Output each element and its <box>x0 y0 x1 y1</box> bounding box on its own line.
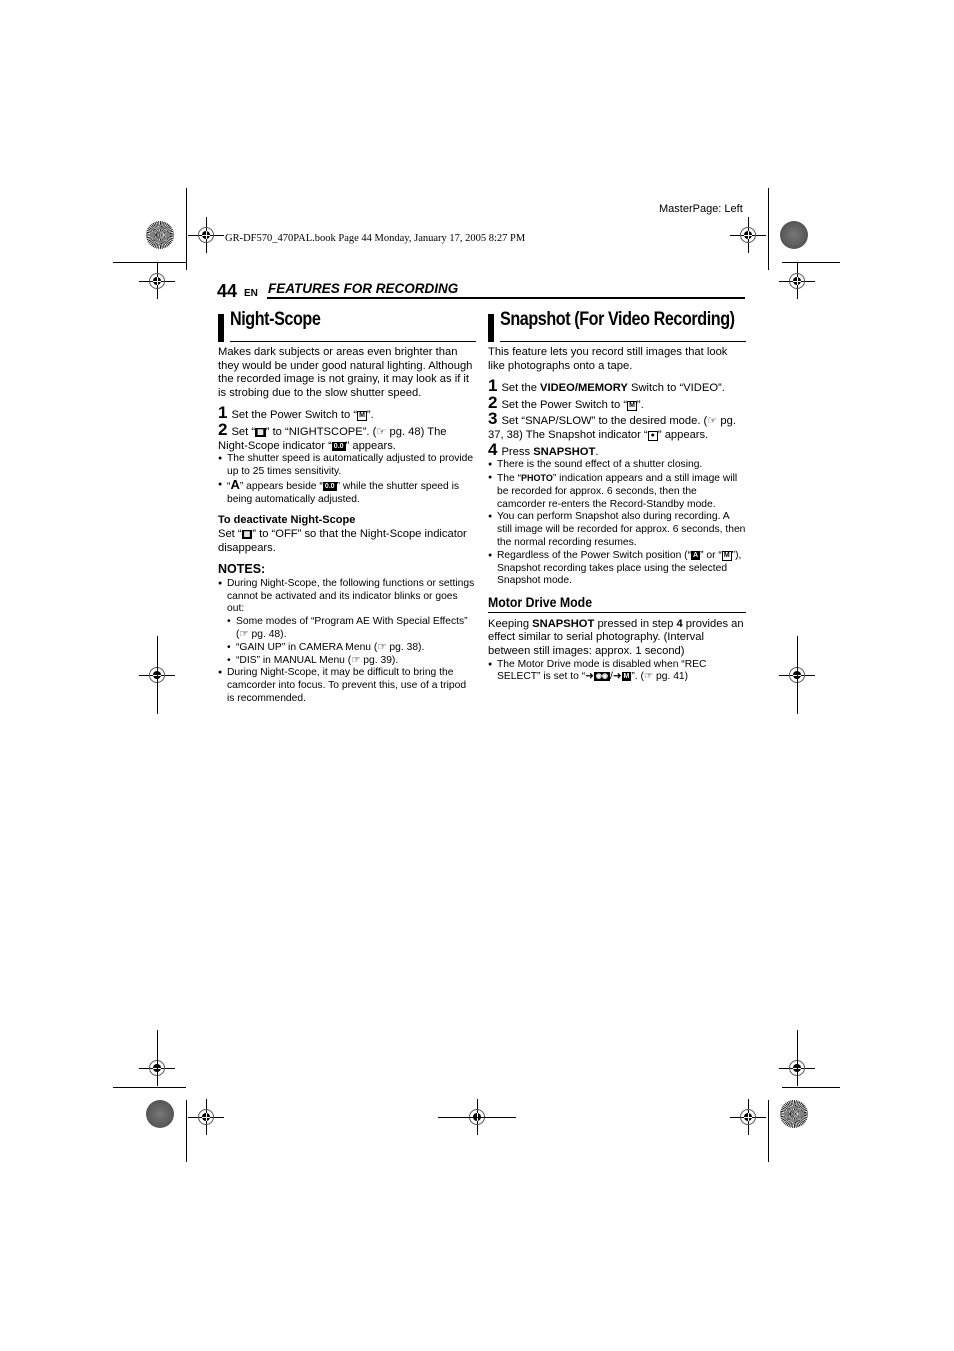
crop-line <box>186 188 187 270</box>
crop-line <box>797 1030 798 1080</box>
crop-line <box>438 1117 516 1118</box>
page-number: 44 <box>217 281 238 301</box>
heading-rule <box>230 341 476 342</box>
step-2: 2 Set “▦” to “NIGHTSCOPE”. (☞ pg. 48) The… <box>218 419 447 452</box>
auto-mode-icon: A <box>691 550 701 560</box>
motor-drive-heading: Motor Drive Mode <box>488 594 593 611</box>
snapshot-heading: Snapshot (For Video Recording) <box>488 309 746 342</box>
crop-line <box>782 1087 840 1088</box>
note-subitem: “DIS” in MANUAL Menu (☞ pg. 39). <box>218 655 476 668</box>
bullet-item: There is the sound effect of a shutter c… <box>488 459 746 472</box>
bullet-item: The Motor Drive mode is disabled when “R… <box>488 659 746 685</box>
color-bar-disc <box>146 221 174 249</box>
bullet-item: The shutter speed is automatically adjus… <box>218 453 476 479</box>
bullet-item: You can perform Snapshot also during rec… <box>488 511 746 549</box>
snapshot-section: Snapshot (For Video Recording) This feat… <box>488 309 746 685</box>
language-tag: EN <box>244 288 258 299</box>
note-item: During Night-Scope, the following functi… <box>218 578 476 616</box>
step-1: 1 Set the VIDEO/MEMORY Switch to “VIDEO”. <box>488 376 725 396</box>
crop-line <box>113 1087 186 1088</box>
tape-icon: ◉◉ <box>593 672 610 682</box>
crop-line <box>768 1100 769 1162</box>
motor-drive-paragraph: Keeping SNAPSHOT pressed in step 4 provi… <box>488 617 744 657</box>
night-scope-heading: Night-Scope <box>218 309 476 342</box>
step-4: 4 Press SNAPSHOT. <box>488 439 599 459</box>
book-slug-line: GR-DF570_470PAL.book Page 44 Monday, Jan… <box>225 233 526 244</box>
note-subitem: Some modes of “Program AE With Special E… <box>218 616 476 642</box>
manual-mode-icon: M <box>621 672 632 682</box>
menu-icon: ▦ <box>255 427 266 437</box>
camera-icon: ● <box>647 430 658 441</box>
heading-rule <box>500 341 746 342</box>
crop-line <box>113 262 186 263</box>
intro-paragraph: This feature lets you record still image… <box>488 346 728 372</box>
registration-mark-icon <box>188 217 224 253</box>
section-title: FEATURES FOR RECORDING <box>268 281 459 296</box>
note-subitem: “GAIN UP” in CAMERA Menu (☞ pg. 38). <box>218 642 476 655</box>
crop-line <box>797 636 798 714</box>
bullet-item: The “PHOTO” indication appears and a sti… <box>488 472 746 511</box>
masterpage-label: MasterPage: Left <box>659 203 743 215</box>
crop-line <box>157 636 158 714</box>
step-3: 3 Set “SNAP/SLOW” to the desired mode. (☞… <box>488 409 736 441</box>
manual-mode-icon: M <box>627 400 637 411</box>
night-scope-indicator-icon: 0.0 <box>322 481 337 491</box>
heading-bar <box>488 314 494 342</box>
crop-line <box>186 1100 187 1162</box>
registration-mark-icon <box>730 1099 766 1135</box>
intro-paragraph: Makes dark subjects or areas even bright… <box>218 346 473 399</box>
registration-mark-icon <box>188 1099 224 1135</box>
bullet-item: Regardless of the Power Switch position … <box>488 550 746 588</box>
photo-indicator-icon: PHOTO <box>521 472 553 483</box>
deactivate-heading: To deactivate Night-Scope <box>218 514 356 527</box>
registration-mark-icon <box>779 263 815 299</box>
color-bar-disc <box>146 1100 174 1128</box>
night-scope-section: Night-Scope Makes dark subjects or areas… <box>218 309 476 706</box>
motor-drive-rule <box>488 611 746 613</box>
crop-line <box>768 188 769 270</box>
header-rule <box>267 297 745 299</box>
arrow-icon: ➜ <box>585 671 594 683</box>
crop-line <box>782 262 840 263</box>
arrow-icon: ➜ <box>612 671 622 683</box>
step-1: 1 Set the Power Switch to “M”. <box>218 403 374 423</box>
crop-line <box>157 1030 158 1080</box>
menu-icon: ▦ <box>241 529 253 539</box>
registration-mark-icon <box>730 217 766 253</box>
manual-mode-icon: M <box>357 411 367 422</box>
deactivate-text: Set “▦” to “OFF” so that the Night-Scope… <box>218 527 467 554</box>
heading-bar <box>218 314 224 342</box>
manual-mode-icon: M <box>721 550 732 561</box>
night-scope-indicator-icon: 0.0 <box>331 441 346 451</box>
color-bar-disc <box>780 221 808 249</box>
heading-text: Snapshot (For Video Recording) <box>500 309 735 330</box>
color-bar-disc <box>780 1100 808 1128</box>
auto-icon: A <box>230 476 240 492</box>
page-ref-icon: ☞ <box>376 425 387 438</box>
step-2: 2 Set the Power Switch to “M”. <box>488 392 644 412</box>
registration-mark-icon <box>139 263 175 299</box>
bullet-item: “A” appears beside “0.0” while the shutt… <box>218 476 476 507</box>
notes-heading: NOTES: <box>218 562 266 577</box>
note-item: During Night-Scope, it may be difficult … <box>218 667 476 705</box>
heading-text: Night-Scope <box>230 309 321 330</box>
